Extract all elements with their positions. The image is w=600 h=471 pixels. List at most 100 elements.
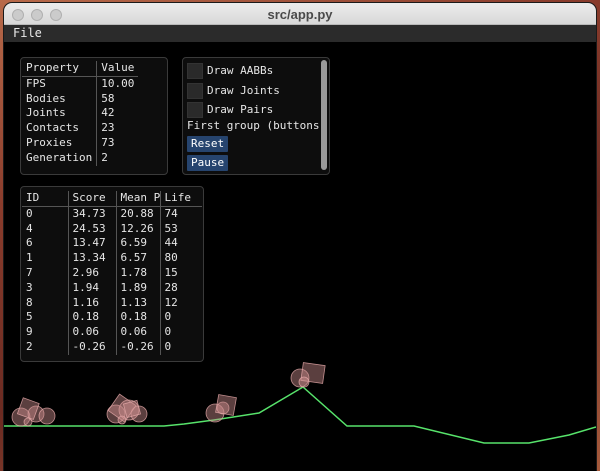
property-name: Contacts <box>22 121 98 136</box>
property-name: Bodies <box>22 91 98 107</box>
creature-bodies <box>11 362 326 427</box>
draw-pairs-label: Draw Pairs <box>207 103 274 116</box>
score-header: Score <box>68 191 117 207</box>
score-cell: -0.26 <box>68 339 117 355</box>
table-row: Generation 2 <box>22 150 138 166</box>
id-cell: 5 <box>22 310 69 326</box>
table-row: 1 13.34 6.57 80 <box>22 251 202 266</box>
life-cell: 28 <box>164 280 178 294</box>
draw-pairs-checkbox[interactable] <box>187 101 203 118</box>
property-name: Generation <box>22 150 98 166</box>
table-row: 7 2.96 1.78 15 <box>22 265 202 281</box>
draw-joints-checkbox-row[interactable]: Draw Joints <box>187 82 280 99</box>
table-row: 3 1.94 1.89 28 <box>22 280 202 296</box>
scores-table: ID Score Mean Po Life 034.7320.8874 424.… <box>22 191 202 355</box>
property-value: 2 <box>101 150 108 164</box>
draw-pairs-checkbox-row[interactable]: Draw Pairs <box>187 101 273 118</box>
id-cell: 8 <box>22 295 69 311</box>
table-row: 5 0.18 0.18 0 <box>22 310 202 326</box>
mean-cell: 6.57 <box>116 251 161 266</box>
life-cell: 74 <box>164 206 178 220</box>
property-value: 58 <box>101 91 115 105</box>
table-row: 6 13.47 6.59 44 <box>22 236 202 252</box>
mean-header: Mean Po <box>116 191 161 207</box>
score-cell: 1.16 <box>68 295 117 311</box>
table-row: 9 0.06 0.06 0 <box>22 325 202 340</box>
life-cell: 53 <box>164 221 178 235</box>
id-cell: 7 <box>22 265 69 281</box>
mean-cell: 0.18 <box>116 310 161 326</box>
file-menu[interactable]: File <box>13 26 42 40</box>
table-row: Proxies 73 <box>22 135 138 151</box>
property-value: 23 <box>101 121 115 135</box>
draw-joints-label: Draw Joints <box>207 84 280 97</box>
terrain-line <box>4 386 596 444</box>
table-row: 0 34.73 20.88 74 <box>22 206 202 222</box>
property-value: 10.00 <box>101 76 135 90</box>
life-cell: 0 <box>164 310 172 324</box>
life-cell: 15 <box>164 265 178 279</box>
score-cell: 34.73 <box>68 206 117 222</box>
life-cell: 0 <box>164 325 172 339</box>
mean-cell: 1.13 <box>116 295 161 311</box>
id-cell: 1 <box>22 251 69 266</box>
app-window: src/app.py File Property Value FPS 10.00… <box>4 3 596 471</box>
table-row: FPS 10.00 <box>22 76 138 92</box>
id-cell: 6 <box>22 236 69 252</box>
property-header: Property <box>22 61 98 77</box>
mean-cell: 1.78 <box>116 265 161 281</box>
title-bar[interactable]: src/app.py <box>4 3 596 25</box>
property-name: Joints <box>22 106 98 122</box>
life-header: Life <box>160 191 202 207</box>
property-name: FPS <box>22 76 98 92</box>
id-cell: 9 <box>22 325 69 340</box>
table-row: Bodies 58 <box>22 91 138 107</box>
mean-cell: 6.59 <box>116 236 161 252</box>
id-cell: 3 <box>22 280 69 296</box>
properties-panel: Property Value FPS 10.00 Bodies 58 Joints 4… <box>20 57 168 175</box>
life-cell: 44 <box>164 236 178 250</box>
draw-joints-checkbox[interactable] <box>187 82 203 99</box>
controls-scrollbar[interactable] <box>321 60 327 170</box>
score-cell: 13.47 <box>68 236 117 252</box>
group-label: First group (buttons) <box>187 119 327 132</box>
menu-bar: File <box>4 25 596 42</box>
controls-panel: Draw AABBs Draw Joints Draw Pairs First … <box>182 57 330 175</box>
mean-cell: 0.06 <box>116 325 161 340</box>
id-cell: 0 <box>22 206 69 222</box>
mean-cell: 1.89 <box>116 280 161 296</box>
table-row: Contacts 23 <box>22 121 138 136</box>
life-cell: 0 <box>164 339 172 353</box>
id-cell: 2 <box>22 339 69 355</box>
value-header: Value <box>96 61 139 77</box>
simulation-viewport[interactable]: Property Value FPS 10.00 Bodies 58 Joints 4… <box>4 42 596 471</box>
score-cell: 13.34 <box>68 251 117 266</box>
score-cell: 24.53 <box>68 221 117 237</box>
score-cell: 1.94 <box>68 280 117 296</box>
table-row: Joints 42 <box>22 106 138 122</box>
reset-button[interactable]: Reset <box>187 136 229 152</box>
property-name: Proxies <box>22 135 98 151</box>
score-cell: 0.18 <box>68 310 117 326</box>
score-cell: 2.96 <box>68 265 117 281</box>
properties-table: Property Value FPS 10.00 Bodies 58 Joints 4… <box>22 61 139 166</box>
table-row: 2 -0.26 -0.26 0 <box>22 339 202 355</box>
property-value: 42 <box>101 106 115 120</box>
draw-aabbs-label: Draw AABBs <box>207 64 274 77</box>
draw-aabbs-checkbox[interactable] <box>187 62 203 79</box>
pause-button[interactable]: Pause <box>187 155 229 171</box>
table-row: 8 1.16 1.13 12 <box>22 295 202 311</box>
mean-cell: 12.26 <box>116 221 161 237</box>
id-cell: 4 <box>22 221 69 237</box>
mean-cell: 20.88 <box>116 206 161 222</box>
life-cell: 12 <box>164 295 178 309</box>
id-header: ID <box>22 191 69 207</box>
mean-cell: -0.26 <box>116 339 161 355</box>
table-row: 4 24.53 12.26 53 <box>22 221 202 237</box>
window-title: src/app.py <box>267 7 333 22</box>
draw-aabbs-checkbox-row[interactable]: Draw AABBs <box>187 62 273 79</box>
score-cell: 0.06 <box>68 325 117 340</box>
scores-panel: ID Score Mean Po Life 034.7320.8874 424.… <box>20 186 204 362</box>
property-value: 73 <box>101 135 115 149</box>
life-cell: 80 <box>164 251 178 265</box>
